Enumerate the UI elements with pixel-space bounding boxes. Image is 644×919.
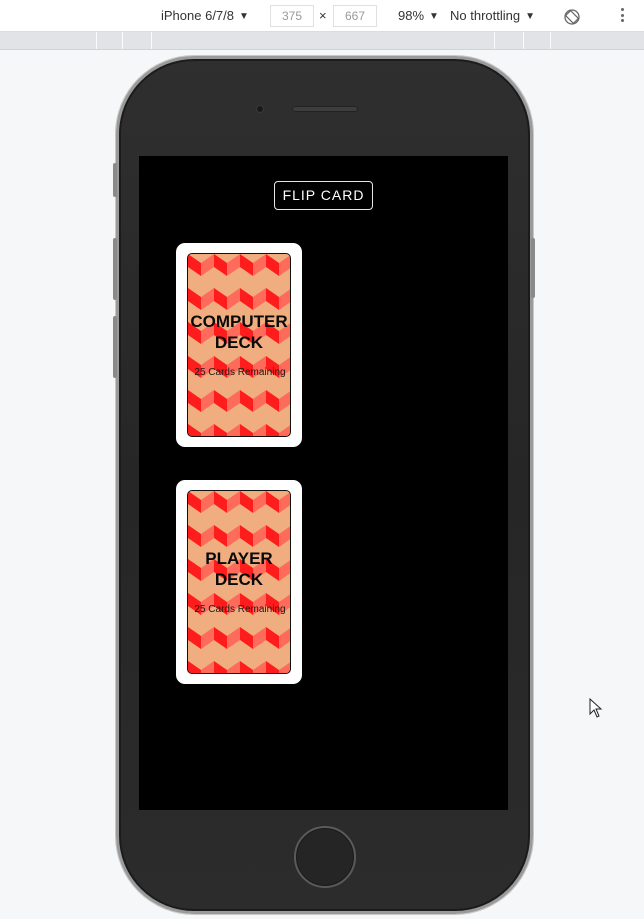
earpiece-speaker	[292, 106, 358, 112]
player-deck: PLAYER DECK 25 Cards Remaining	[176, 480, 302, 684]
deck-title: PLAYER DECK	[188, 548, 290, 590]
times-separator: ×	[319, 8, 327, 23]
computer-deck: COMPUTER DECK 25 Cards Remaining	[176, 243, 302, 447]
cards-remaining: 25 Cards Remaining	[194, 604, 286, 615]
device-select[interactable]: iPhone 6/7/8 ▼	[161, 0, 249, 32]
mouse-cursor-icon	[589, 697, 603, 724]
deck-title-line2: DECK	[214, 570, 264, 589]
volume-up-button	[113, 238, 117, 300]
throttling-select[interactable]: No throttling ▼	[450, 0, 535, 32]
mute-switch	[113, 163, 117, 197]
power-button	[531, 238, 535, 298]
deck-title: COMPUTER DECK	[188, 311, 290, 353]
deck-title-line1: COMPUTER	[190, 312, 288, 331]
more-options-icon[interactable]	[621, 8, 625, 24]
deck-title-line1: PLAYER	[205, 549, 273, 568]
caret-down-icon: ▼	[429, 11, 439, 22]
devtools-device-toolbar: iPhone 6/7/8 ▼ 375 × 667 98% ▼ No throttli…	[0, 0, 644, 32]
width-input[interactable]: 375	[270, 5, 314, 27]
caret-down-icon: ▼	[525, 11, 535, 22]
card-back: PLAYER DECK 25 Cards Remaining	[187, 490, 291, 674]
device-label: iPhone 6/7/8	[161, 8, 235, 23]
zoom-label: 98%	[398, 8, 425, 23]
height-input[interactable]: 667	[333, 5, 377, 27]
app-screen: FLIP CARD COMPUTER DECK 25 Cards Remaini	[139, 156, 508, 810]
rotate-icon[interactable]	[563, 6, 581, 26]
zoom-select[interactable]: 98% ▼	[398, 0, 439, 32]
throttling-label: No throttling	[450, 8, 521, 23]
volume-down-button	[113, 316, 117, 378]
media-query-ruler	[0, 32, 644, 50]
cards-remaining: 25 Cards Remaining	[194, 367, 286, 378]
home-button[interactable]	[294, 826, 356, 888]
deck-title-line2: DECK	[214, 333, 264, 352]
front-camera	[257, 106, 263, 112]
flip-card-button[interactable]: FLIP CARD	[274, 181, 373, 210]
card-back: COMPUTER DECK 25 Cards Remaining	[187, 253, 291, 437]
caret-down-icon: ▼	[239, 11, 249, 22]
